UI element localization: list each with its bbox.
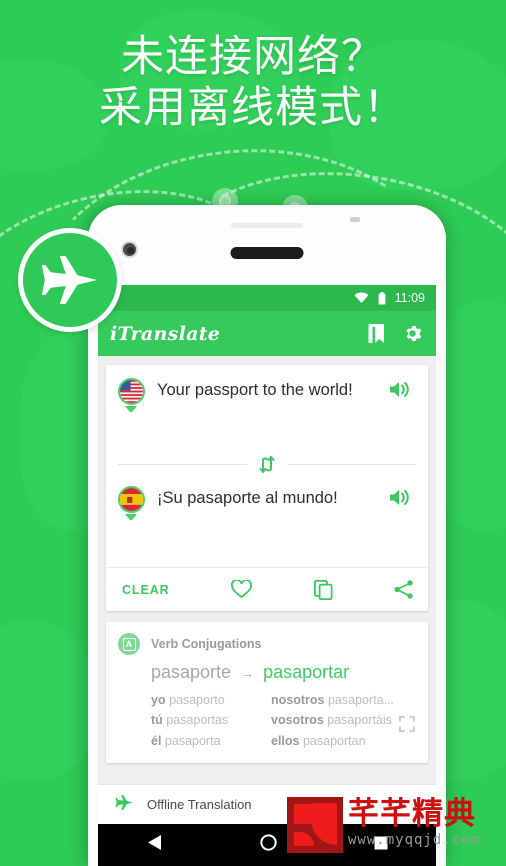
page-title: 未连接网络？ 采用离线模式！ — [0, 32, 506, 133]
swap-divider — [106, 455, 428, 473]
app-bar: iTranslate — [98, 311, 436, 356]
speaker-icon[interactable] — [390, 486, 416, 513]
earpiece-grille — [231, 223, 303, 228]
conjugation-column-right: nosotros pasaporta... vosotros pasaportá… — [271, 690, 394, 751]
app-title: iTranslate — [110, 322, 221, 345]
conjugation-row: tú pasaportas — [151, 713, 229, 728]
verb-pair: pasaporte → pasaportar — [151, 662, 416, 683]
copy-icon[interactable] — [313, 579, 333, 600]
back-triangle-icon[interactable] — [147, 834, 163, 856]
conjugation-row: vosotros pasaportáis — [271, 713, 392, 728]
status-bar: 11:09 — [98, 285, 436, 311]
watermark-logo — [287, 797, 343, 853]
gear-icon[interactable] — [403, 324, 422, 343]
conjugation-column-left: yo pasaporto tú pasaportas él pasaporta — [151, 690, 271, 751]
verb-from: pasaporte — [151, 662, 232, 682]
conjugation-row: ellos pasaportan — [271, 733, 366, 748]
verb-conjugations-card[interactable]: A Verb Conjugations pasaporte → pasaport… — [106, 622, 428, 763]
book-icon[interactable] — [368, 324, 385, 343]
offline-airplane-badge — [18, 228, 122, 332]
phone-bezel — [88, 205, 446, 285]
us-flag-icon[interactable] — [118, 378, 148, 412]
proximity-sensor — [350, 217, 360, 222]
spain-flag-icon[interactable] — [118, 486, 148, 520]
share-icon[interactable] — [394, 580, 414, 599]
conjugations-title: Verb Conjugations — [151, 637, 262, 651]
target-language-row[interactable]: ¡Su pasaporte al mundo! — [106, 473, 428, 520]
status-bar-time: 11:09 — [394, 291, 425, 305]
headline-line-2: 采用离线模式！ — [99, 83, 407, 132]
expand-icon[interactable] — [399, 715, 415, 737]
swap-vertical-icon[interactable] — [259, 455, 275, 473]
action-row: CLEAR — [106, 567, 428, 611]
dictionary-icon: A — [118, 633, 140, 655]
wifi-icon — [354, 292, 369, 304]
watermark-url: www.myqqjd.com — [348, 832, 481, 848]
source-language-row[interactable]: Your passport to the world! — [106, 365, 428, 412]
watermark-title: 芊芊精典 — [348, 796, 476, 832]
airplane-icon — [41, 256, 97, 304]
airplane-icon — [115, 794, 134, 816]
arrow-icon: → — [240, 664, 255, 681]
heart-icon[interactable] — [231, 580, 253, 599]
target-text[interactable]: ¡Su pasaporte al mundo! — [157, 486, 390, 513]
conjugations-header: A Verb Conjugations — [118, 633, 416, 655]
phone-screen: 11:09 iTranslate Your passport to the wo… — [98, 285, 436, 866]
front-camera — [121, 241, 138, 258]
home-circle-icon[interactable] — [259, 834, 277, 856]
conjugation-row: él pasaporta — [151, 733, 221, 748]
verb-to: pasaportar — [263, 662, 350, 682]
phone-mockup: 11:09 iTranslate Your passport to the wo… — [88, 205, 446, 866]
speaker-icon[interactable] — [390, 378, 416, 405]
target-pane-spacer — [106, 519, 428, 567]
source-text[interactable]: Your passport to the world! — [157, 378, 390, 405]
watermark: 芊芊精典 www.myqqjd.com — [287, 797, 480, 853]
clear-button[interactable]: CLEAR — [122, 583, 170, 597]
offline-translation-label: Offline Translation — [147, 797, 252, 812]
translate-card: Your passport to the world! ¡Su pasaport… — [106, 365, 428, 611]
source-pane-spacer — [106, 411, 428, 455]
headline-line-1: 未连接网络？ — [121, 33, 385, 81]
battery-icon — [378, 291, 386, 305]
speaker-grille — [230, 247, 304, 259]
conjugation-row: nosotros pasaporta... — [271, 693, 394, 707]
conjugation-grid: yo pasaporto tú pasaportas él pasaporta … — [151, 690, 416, 751]
conjugation-row: yo pasaporto — [151, 693, 225, 707]
